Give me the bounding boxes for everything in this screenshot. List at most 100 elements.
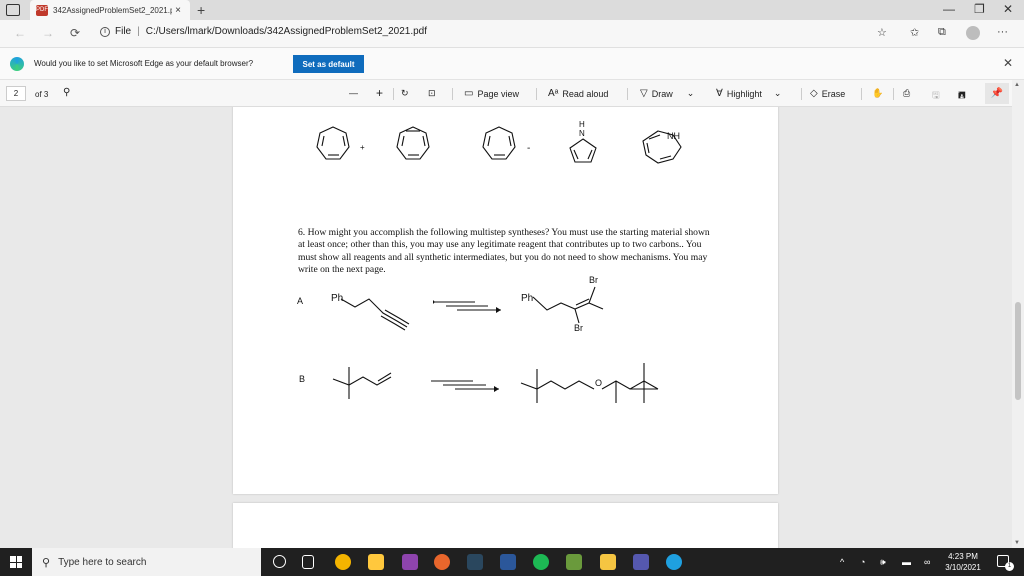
network-icon[interactable]: ◔ (860, 557, 865, 567)
fit-page-icon[interactable]: ⊡ (428, 88, 436, 99)
tab-pdf[interactable]: PDF 342AssignedProblemSet2_2021.p × (30, 0, 190, 20)
cortana-icon[interactable] (273, 555, 286, 568)
url-text[interactable]: C:/Users/lmark/Downloads/342AssignedProb… (146, 26, 427, 37)
ring-double-bond (646, 142, 650, 154)
minimize-button[interactable]: — (943, 2, 955, 16)
teams-icon[interactable] (633, 554, 649, 570)
tab-actions-icon[interactable] (6, 4, 20, 16)
ring-double-bond (422, 135, 426, 147)
ring-double-bond (487, 135, 491, 147)
ring-double-bond (321, 135, 325, 147)
pdf-viewer[interactable]: + - H N NH A Ph Ph Br Br B O 6. How migh… (0, 107, 1012, 548)
collections-icon[interactable]: ⧉ (938, 26, 946, 39)
battery-icon[interactable]: ▬ (902, 557, 911, 567)
word-icon[interactable] (500, 554, 516, 570)
favorites-icon[interactable]: ✩ (910, 26, 919, 39)
new-tab-button[interactable]: + (197, 2, 205, 18)
read-aloud-button[interactable]: Aᵃ Read aloud (548, 88, 608, 99)
scrollbar-thumb[interactable] (1015, 302, 1021, 400)
bromine-bond (588, 286, 596, 304)
bromine-bottom: Br (574, 323, 583, 333)
tray-expand-icon[interactable]: ^ (840, 557, 844, 567)
ring-double-bond (587, 149, 593, 160)
pin-icon: 📌 (990, 88, 1004, 99)
start-button[interactable] (10, 556, 22, 568)
page-total: of 3 (35, 90, 49, 99)
toolbar-divider (801, 88, 802, 100)
link-icon[interactable]: ∞ (924, 557, 930, 567)
touch-icon[interactable]: ✋ (872, 88, 883, 99)
favorite-star-icon[interactable]: ☆ (877, 26, 887, 39)
store-icon[interactable] (368, 554, 384, 570)
taskbar-search[interactable]: ⚲ Type here to search (32, 548, 261, 576)
pdf-search-icon[interactable]: ⚲ (63, 87, 70, 98)
set-default-button[interactable]: Set as default (293, 55, 364, 73)
scroll-up-icon[interactable]: ▲ (1014, 82, 1020, 88)
edge-taskbar-icon[interactable] (666, 554, 682, 570)
erase-button[interactable]: ◇ Erase (810, 88, 845, 99)
zoom-in-button[interactable]: + (376, 86, 383, 100)
more-menu-icon[interactable]: ··· (997, 26, 1008, 38)
arrowhead (433, 300, 435, 304)
ring-double-bond (659, 155, 672, 160)
taskbar-clock[interactable]: 4:23 PM 3/10/2021 (940, 551, 986, 573)
back-button[interactable]: ← (14, 26, 26, 40)
infobar-message: Would you like to set Microsoft Edge as … (34, 59, 254, 68)
page-view-icon: ▭ (464, 88, 474, 99)
alkene-bond (377, 372, 392, 382)
url-scheme: File (115, 26, 132, 37)
highlight-dropdown-icon[interactable]: ⌄ (774, 88, 782, 99)
bromine-top: Br (589, 275, 598, 285)
notification-count: 1 (1005, 562, 1014, 571)
refresh-button[interactable]: ⟳ (70, 26, 80, 40)
scroll-down-icon[interactable]: ▼ (1014, 540, 1020, 546)
infobar-close-icon[interactable]: ✕ (1003, 56, 1013, 70)
address-field[interactable]: i File | C:/Users/lmark/Downloads/342Ass… (100, 26, 427, 37)
draw-dropdown-icon[interactable]: ⌄ (687, 88, 695, 99)
zoom-out-button[interactable]: — (349, 88, 358, 98)
restore-button[interactable]: ❐ (974, 2, 985, 16)
pdf-icon: PDF (36, 4, 48, 16)
edge-logo-icon (10, 57, 24, 71)
spotify-icon[interactable] (533, 554, 549, 570)
toolbar-divider (393, 88, 394, 100)
volume-icon[interactable]: 🕪 (880, 557, 886, 568)
forward-button[interactable]: → (42, 26, 54, 40)
draw-label: Draw (651, 88, 673, 99)
pyrrole-h: H (579, 120, 585, 129)
chemical-structures: + - H N NH A Ph Ph Br Br B O (297, 120, 682, 403)
file-explorer-icon[interactable] (600, 554, 616, 570)
app-icon-orange[interactable] (434, 554, 450, 570)
pin-toolbar-button[interactable]: 📌 (985, 83, 1009, 104)
profile-avatar[interactable] (966, 26, 980, 40)
minecraft-icon[interactable] (566, 554, 582, 570)
ether-oxygen: O (595, 378, 602, 388)
chrome-icon[interactable] (335, 554, 351, 570)
highlight-button[interactable]: ∀ Highlight ⌄ (716, 88, 781, 99)
info-icon[interactable]: i (100, 26, 110, 37)
eraser-icon: ◇ (810, 88, 818, 99)
print-icon[interactable]: ⎙ (903, 88, 910, 99)
cation-charge: + (360, 143, 365, 152)
page-number-input[interactable]: 2 (6, 86, 26, 101)
page-view-button[interactable]: ▭ Page view (464, 88, 519, 99)
read-aloud-label: Read aloud (562, 88, 609, 99)
pyrrole-n: N (579, 129, 585, 138)
draw-button[interactable]: ▽ Draw ⌄ (640, 88, 694, 99)
save-as-icon[interactable]: 🖪 (958, 88, 966, 104)
ring-double-bond (401, 135, 405, 147)
ring-double-bond (342, 135, 346, 147)
tab-close-icon[interactable]: × (172, 5, 184, 16)
save-icon[interactable]: 🖫 (932, 88, 940, 104)
tab-strip: PDF 342AssignedProblemSet2_2021.p × + — … (0, 0, 1024, 20)
pdf-page: + - H N NH A Ph Ph Br Br B O 6. How migh… (233, 107, 778, 494)
rotate-icon[interactable]: ↻ (401, 88, 409, 99)
app-icon-purple[interactable] (402, 554, 418, 570)
erase-label: Erase (821, 88, 846, 99)
tab-title: 342AssignedProblemSet2_2021.p (53, 5, 172, 15)
window-close-button[interactable]: ✕ (1003, 2, 1013, 16)
task-view-icon[interactable] (302, 555, 314, 569)
steam-icon[interactable] (467, 554, 483, 570)
label-b: B (299, 374, 305, 384)
arrowhead (496, 307, 501, 313)
